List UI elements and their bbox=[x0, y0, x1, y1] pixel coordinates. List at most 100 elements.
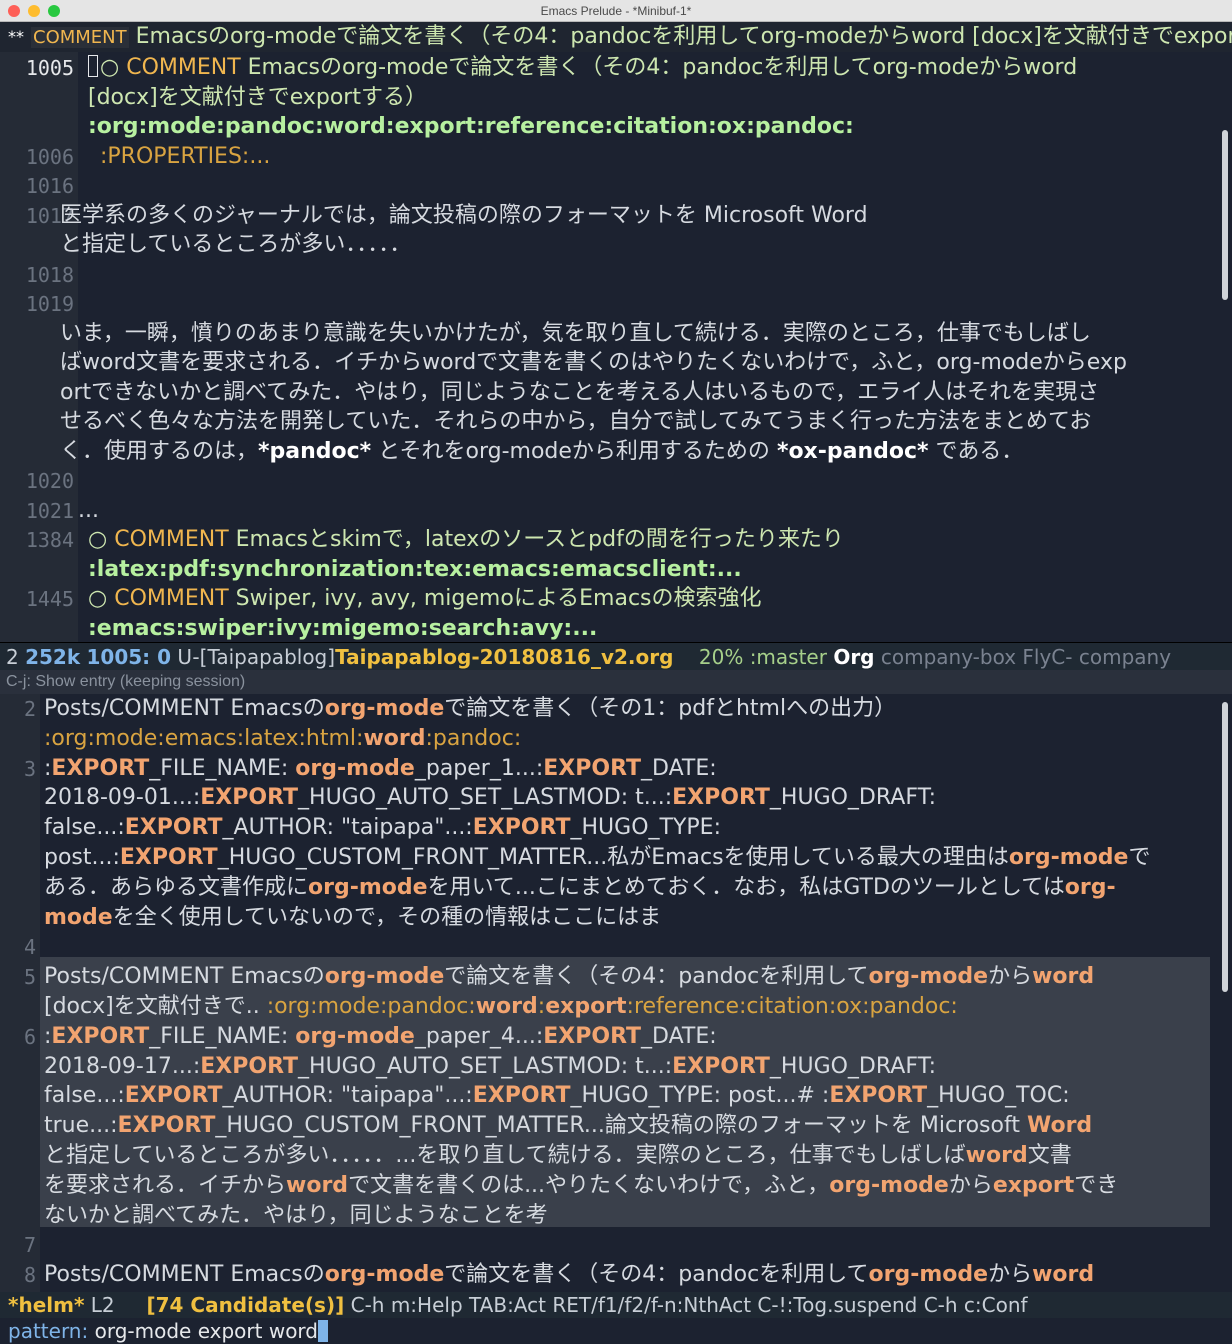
line-content: と指定しているところが多い．．．．． bbox=[60, 232, 412, 257]
editor-line[interactable]: 1445 ○ COMMENT Swiper, ivy, avy, migemoによ… bbox=[0, 584, 1212, 614]
match-highlight: EXPORT bbox=[472, 1083, 571, 1109]
candidate-text-segment: と指定しているところが多い．．．．．...を取り直して続ける．実際のところ，仕事… bbox=[44, 1143, 966, 1168]
git-branch: :master bbox=[749, 645, 827, 669]
helm-candidate-line[interactable]: :org:mode:emacs:latex:html:word:pandoc: bbox=[0, 724, 1212, 754]
candidate-text: ないかと調べてみた．やはり，同じようなことを考 bbox=[44, 1201, 548, 1231]
editor-line[interactable]: 1384 ○ COMMENT Emacsとskimで，latexのソースとpdfの… bbox=[0, 525, 1212, 555]
editor-line[interactable]: ortできないかと調べてみた．やはり，同じようなことを考える人はいるもので，エラ… bbox=[0, 378, 1212, 408]
candidate-text-segment: から bbox=[988, 964, 1033, 990]
helm-candidate-line[interactable]: 2018-09-17...:EXPORT_HUGO_AUTO_SET_LASTM… bbox=[0, 1052, 1212, 1082]
helm-candidate-line[interactable]: false...:EXPORT_AUTHOR: "taipapa"...:EXP… bbox=[0, 813, 1212, 843]
helm-candidate-line[interactable]: 5 Posts/COMMENT Emacsのorg-modeで論文を書く（その4：… bbox=[0, 962, 1212, 992]
match-highlight: EXPORT bbox=[672, 785, 770, 811]
line-content: :PROPERTIES:... bbox=[100, 142, 270, 172]
header-line-text: Emacsのorg-modeで論文を書く（その4：pandocを利用してorg-… bbox=[135, 24, 1232, 49]
helm-candidate-line[interactable]: true...:EXPORT_HUGO_CUSTOM_FRONT_MATTER.… bbox=[0, 1111, 1212, 1141]
match-highlight: EXPORT bbox=[51, 1023, 150, 1049]
match-highlight: EXPORT bbox=[672, 1053, 770, 1079]
editor-line[interactable]: 1017 医学系の多くのジャーナルでは，論文投稿の際のフォーマットを Micro… bbox=[0, 201, 1212, 231]
editor-line[interactable]: :emacs:swiper:ivy:migemo:search:avy:... bbox=[0, 614, 1212, 643]
heading-tags: :latex:pdf:synchronization:tex:emacs:ema… bbox=[88, 556, 742, 582]
candidate-text-segment: _FILE_NAME: bbox=[149, 755, 296, 781]
editor-line[interactable]: :org:mode:pandoc:word:export:reference:c… bbox=[0, 112, 1212, 142]
match-highlight: EXPORT bbox=[543, 755, 642, 781]
helm-candidate-line[interactable]: ないかと調べてみた．やはり，同じようなことを考 bbox=[0, 1201, 1212, 1231]
helm-help-keys: C-h m:Help TAB:Act RET/f1/f2/f-n:NthAct … bbox=[350, 1293, 1028, 1317]
candidate-text-segment: _HUGO_DRAFT: bbox=[769, 785, 937, 811]
editor-line[interactable]: 1005 ○ COMMENT Emacsのorg-modeで論文を書く（その4：p… bbox=[0, 53, 1212, 83]
properties-drawer[interactable]: :PROPERTIES:... bbox=[100, 144, 270, 169]
helm-scrollbar[interactable] bbox=[1222, 702, 1228, 992]
candidate-text-segment: 文書 bbox=[1027, 1143, 1072, 1168]
editor-line[interactable]: [docx]を文献付きでexportする） bbox=[0, 83, 1212, 113]
helm-candidate-line[interactable]: 3:EXPORT_FILE_NAME: org-mode_paper_1...:… bbox=[0, 754, 1212, 784]
minimize-button[interactable] bbox=[28, 5, 40, 17]
editor-line[interactable]: 1019 bbox=[0, 289, 1212, 319]
helm-candidate-line[interactable]: 6:EXPORT_FILE_NAME: org-mode_paper_4...:… bbox=[0, 1022, 1212, 1052]
helm-candidate-line[interactable]: post...:EXPORT_HUGO_CUSTOM_FRONT_MATTER.… bbox=[0, 843, 1212, 873]
candidate-text-segment: _HUGO_TOC: bbox=[927, 1083, 1070, 1109]
line-content: ○ COMMENT Emacsのorg-modeで論文を書く（その4：pando… bbox=[88, 53, 1077, 83]
match-highlight: org-mode bbox=[295, 755, 415, 781]
helm-candidate-line[interactable]: と指定しているところが多い．．．．．...を取り直して続ける．実際のところ，仕事… bbox=[0, 1141, 1212, 1171]
cursor-position: 1005: 0 bbox=[86, 645, 172, 669]
window-title: Emacs Prelude - *Minibuf-1* bbox=[540, 3, 692, 18]
helm-candidate-line[interactable]: 4 bbox=[0, 932, 1212, 962]
match-highlight: org-mode bbox=[308, 874, 428, 900]
editor-line[interactable]: 1021... bbox=[0, 496, 1212, 526]
match-highlight: org-mode bbox=[295, 1023, 415, 1049]
candidate-text-segment: で文書を書くのは...やりたくないわけで，ふと， bbox=[348, 1172, 830, 1198]
point-cursor bbox=[88, 55, 98, 77]
line-number: 1021 bbox=[25, 498, 74, 523]
helm-candidate-line[interactable]: [docx]を文献付きで.. :org:mode:pandoc:word:exp… bbox=[0, 992, 1212, 1022]
editor-line[interactable]: ばword文書を要求される．イチからwordで文書を書くのはやりたくないわけで，… bbox=[0, 348, 1212, 378]
candidate-text: :EXPORT_FILE_NAME: org-mode_paper_1...:E… bbox=[44, 754, 717, 784]
line-content: せるべく色々な方法を開発していた．それらの中から，自分で試してみてうまく行った方… bbox=[60, 409, 1092, 434]
minibuffer[interactable]: pattern: org-mode export word bbox=[0, 1318, 1232, 1344]
candidate-text-segment: を全く使用していないので，その種の情報はここにはま bbox=[112, 904, 662, 930]
helm-candidate-line[interactable]: 2018-09-01...:EXPORT_HUGO_AUTO_SET_LASTM… bbox=[0, 783, 1212, 813]
helm-candidate-line[interactable]: 8 Posts/COMMENT Emacsのorg-modeで論文を書く（その4：… bbox=[0, 1260, 1212, 1290]
editor-line[interactable]: :latex:pdf:synchronization:tex:emacs:ema… bbox=[0, 555, 1212, 585]
match-highlight: word bbox=[1032, 964, 1095, 990]
editor-line[interactable]: いま，一瞬，憤りのあまり意識を失いかけたが，気を取り直して続ける．実際のところ，… bbox=[0, 319, 1212, 349]
candidate-number: 8 bbox=[23, 1263, 36, 1288]
candidate-text-segment: _paper_1...: bbox=[414, 755, 544, 781]
helm-mode-line: *helm* L2 [74 Candidate(s)] C-h m:Help T… bbox=[0, 1292, 1232, 1318]
candidate-text: true...:EXPORT_HUGO_CUSTOM_FRONT_MATTER.… bbox=[44, 1111, 1092, 1141]
pattern-input[interactable]: org-mode export word bbox=[88, 1319, 318, 1343]
candidate-text-segment: で論文を書く（その4：pandocを利用して bbox=[444, 964, 869, 990]
editor-scrollbar[interactable] bbox=[1222, 130, 1228, 300]
candidate-number: 4 bbox=[23, 935, 36, 960]
candidate-text-segment: _AUTHOR: "taipapa"...: bbox=[222, 1083, 473, 1109]
editor-line[interactable]: く．使用するのは，*pandoc* とそれをorg-modeから利用するための … bbox=[0, 437, 1212, 467]
heading-tags: :org:mode:pandoc:word:export:reference:c… bbox=[88, 114, 854, 139]
helm-candidate-line[interactable]: false...:EXPORT_AUTHOR: "taipapa"...:EXP… bbox=[0, 1081, 1212, 1111]
candidate-text-segment: _FILE_NAME: bbox=[149, 1023, 296, 1049]
body-text: である． bbox=[928, 438, 1024, 464]
helm-candidate-line[interactable]: ある．あらゆる文書作成にorg-modeを用いて...こにまとめておく．なお，私… bbox=[0, 873, 1212, 903]
window-number: 2 bbox=[6, 645, 19, 669]
editor-line[interactable]: 1018 bbox=[0, 260, 1212, 290]
editor-line[interactable]: せるべく色々な方法を開発していた．それらの中から，自分で試してみてうまく行った方… bbox=[0, 407, 1212, 437]
close-button[interactable] bbox=[8, 5, 20, 17]
helm-candidate-line[interactable]: modeを全く使用していないので，その種の情報はここにはま bbox=[0, 903, 1212, 933]
helm-candidate-line[interactable]: 7 bbox=[0, 1230, 1212, 1260]
zoom-button[interactable] bbox=[48, 5, 60, 17]
helm-candidates-pane[interactable]: 2 Posts/COMMENT Emacsのorg-modeで論文を書く（その1：… bbox=[0, 694, 1232, 1292]
buffer-name: Taipapablog-20180816_v2.org bbox=[335, 645, 674, 669]
editor-line[interactable]: 1006:PROPERTIES:... bbox=[0, 142, 1212, 172]
helm-candidate-line[interactable]: を要求される．イチからwordで文書を書くのは...やりたくないわけで，ふと，o… bbox=[0, 1171, 1212, 1201]
editor-line[interactable]: 1020 bbox=[0, 466, 1212, 496]
editor-line[interactable]: と指定しているところが多い．．．．． bbox=[0, 230, 1212, 260]
candidate-text-segment: false...: bbox=[44, 1083, 125, 1109]
helm-candidate-line[interactable]: 2 Posts/COMMENT Emacsのorg-modeで論文を書く（その1：… bbox=[0, 694, 1212, 724]
candidate-text: と指定しているところが多い．．．．．...を取り直して続ける．実際のところ，仕事… bbox=[44, 1141, 1072, 1171]
match-highlight: word bbox=[363, 725, 426, 751]
match-highlight: EXPORT bbox=[124, 1083, 223, 1109]
editor-line[interactable]: 1016 bbox=[0, 171, 1212, 201]
candidate-tags: :org:mode:emacs:latex:html: bbox=[44, 725, 364, 751]
editor-pane[interactable]: 1005 ○ COMMENT Emacsのorg-modeで論文を書く（その4：p… bbox=[0, 52, 1232, 642]
match-highlight: export bbox=[992, 1172, 1075, 1198]
heading-stars: ** bbox=[8, 27, 24, 46]
